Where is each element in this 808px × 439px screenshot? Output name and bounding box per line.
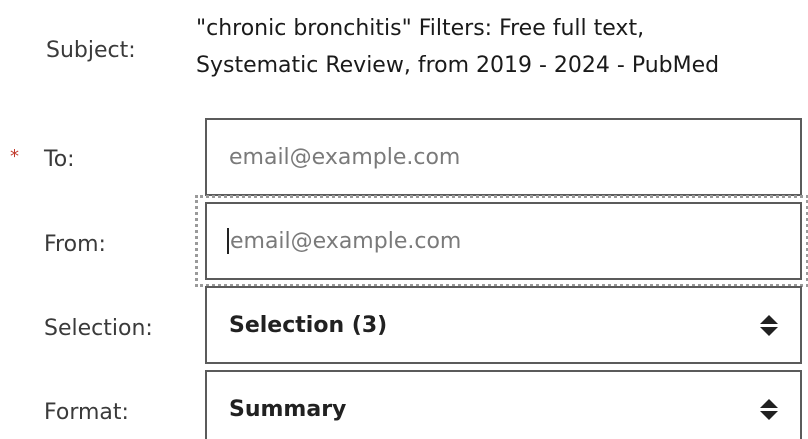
sort-arrows-icon — [760, 314, 778, 336]
to-field-box — [205, 118, 802, 196]
sort-arrows-icon — [760, 398, 778, 420]
subject-value: "chronic bronchitis" Filters: Free full … — [196, 10, 806, 84]
text-caret — [227, 228, 229, 254]
subject-line-1: "chronic bronchitis" Filters: Free full … — [196, 16, 645, 41]
selection-label: Selection: — [44, 316, 153, 341]
format-select-value: Summary — [229, 396, 347, 422]
from-email-input[interactable] — [229, 228, 778, 254]
subject-label: Subject: — [46, 38, 136, 63]
subject-line-2: Systematic Review, from 2019 - 2024 - Pu… — [196, 53, 720, 78]
format-select[interactable]: Summary — [205, 370, 802, 439]
format-label: Format: — [44, 400, 129, 425]
from-field-box — [205, 202, 802, 280]
required-indicator: * — [10, 146, 19, 167]
selection-select[interactable]: Selection (3) — [205, 286, 802, 364]
from-label: From: — [44, 232, 106, 257]
to-email-input[interactable] — [229, 144, 778, 170]
to-label: To: — [44, 147, 75, 172]
selection-select-value: Selection (3) — [229, 312, 388, 338]
